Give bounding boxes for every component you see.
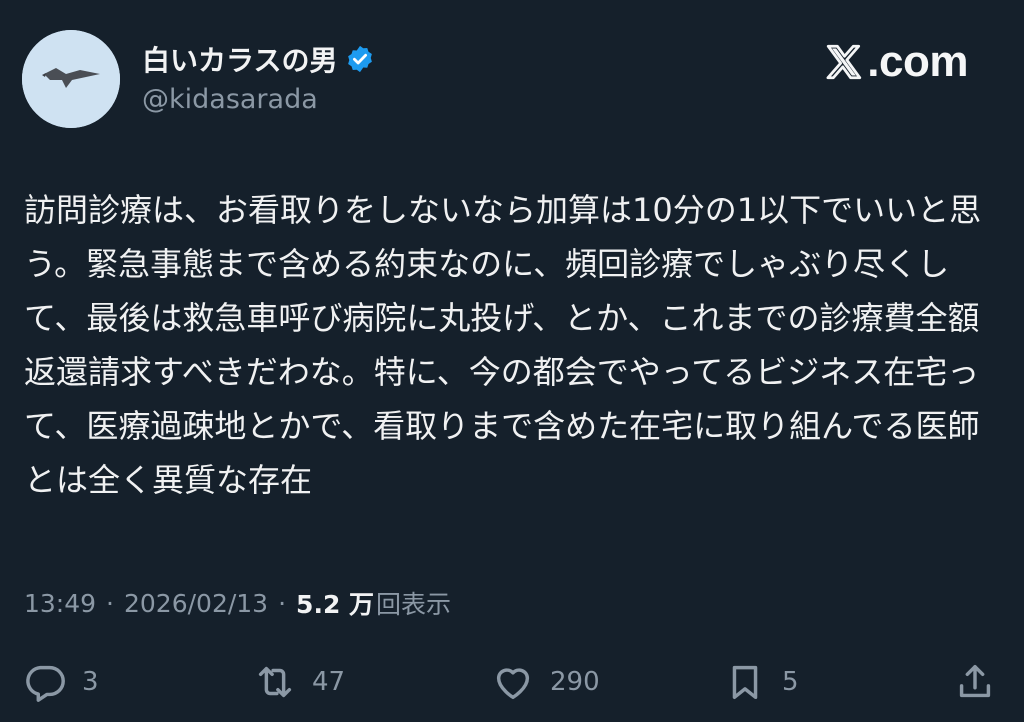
crow-in-flight-avatar bbox=[22, 30, 120, 128]
share-icon bbox=[959, 664, 991, 698]
avatar[interactable] bbox=[22, 30, 120, 128]
share-button[interactable] bbox=[952, 652, 998, 712]
views-label: 回表示 bbox=[376, 590, 452, 619]
bookmark-count: 5 bbox=[782, 667, 799, 697]
reply-count: 3 bbox=[82, 667, 99, 697]
tweet-text: 訪問診療は、お看取りをしないなら加算は10分の1以下でいいと思う。緊急事態まで含… bbox=[24, 191, 982, 499]
like-count: 290 bbox=[550, 667, 600, 697]
views-count[interactable]: 5.2 万 bbox=[296, 585, 374, 621]
repost-button[interactable]: 47 bbox=[252, 652, 345, 712]
reply-icon bbox=[26, 665, 65, 702]
tweet-actions: 3 47 290 5 bbox=[0, 652, 1024, 712]
tweet-meta: 13:49 · 2026/02/13 · 5.2 万 回表示 bbox=[24, 584, 451, 622]
verified-badge-icon bbox=[345, 44, 375, 74]
reply-button[interactable]: 3 bbox=[22, 652, 99, 712]
heart-icon bbox=[496, 668, 530, 700]
x-logo-icon bbox=[826, 44, 862, 80]
bookmark-button[interactable]: 5 bbox=[722, 652, 799, 712]
brand-watermark: .com bbox=[823, 36, 968, 88]
tweet-date[interactable]: 2026/02/13 bbox=[124, 589, 268, 618]
handle[interactable]: @kidasarada bbox=[142, 84, 318, 115]
brand-label: .com bbox=[867, 37, 968, 86]
meta-separator: · bbox=[106, 588, 114, 618]
like-button[interactable]: 290 bbox=[490, 652, 600, 712]
tweet-time[interactable]: 13:49 bbox=[24, 589, 96, 618]
meta-separator-2: · bbox=[278, 588, 287, 618]
display-name[interactable]: 白いカラスの男 bbox=[142, 39, 337, 79]
author-name-row: 白いカラスの男 bbox=[142, 40, 375, 78]
repost-count: 47 bbox=[312, 667, 346, 697]
bookmark-icon bbox=[732, 665, 758, 700]
repost-icon bbox=[258, 666, 292, 698]
